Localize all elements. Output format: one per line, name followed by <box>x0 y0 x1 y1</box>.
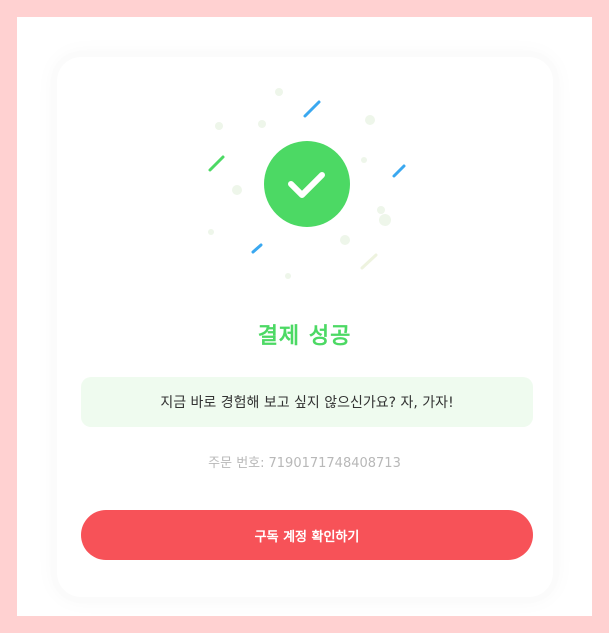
success-title: 결제 성공 <box>257 324 352 349</box>
order-number-label: 주문 번호: <box>208 456 265 471</box>
confetti-dot <box>208 229 214 235</box>
confetti-dot <box>215 122 223 130</box>
confetti-dot <box>258 120 266 128</box>
success-message: 지금 바로 경험해 보고 싶지 않으신가요? 자, 가자! <box>160 395 454 411</box>
confetti-dot <box>285 273 291 279</box>
confetti-dot <box>379 214 391 226</box>
confetti-dot <box>340 235 350 245</box>
confetti-streak <box>360 253 378 270</box>
confirm-subscription-button[interactable]: 구독 계정 확인하기 <box>81 510 533 560</box>
confetti-dot <box>377 206 385 214</box>
success-message-box: 지금 바로 경험해 보고 싶지 않으신가요? 자, 가자! <box>81 377 533 427</box>
order-number-row: 주문 번호: 7190171748408713 <box>0 452 609 471</box>
order-number-value: 7190171748408713 <box>268 456 401 471</box>
checkmark-circle-icon <box>264 141 350 227</box>
confetti-dot <box>232 185 242 195</box>
confetti-streak <box>208 155 225 172</box>
confetti-dot <box>275 88 283 96</box>
confetti-dot <box>361 157 367 163</box>
confetti-streak <box>392 164 406 178</box>
confetti-dot <box>365 115 375 125</box>
confetti-streak <box>251 243 263 254</box>
confetti-streak <box>303 100 321 118</box>
